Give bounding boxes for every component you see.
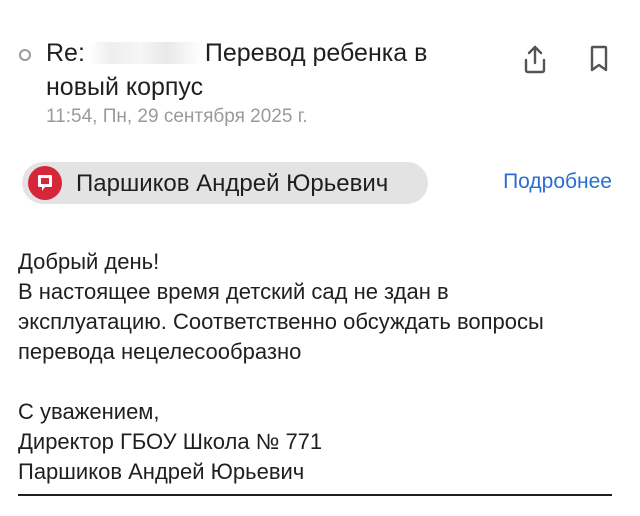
share-button[interactable]	[520, 42, 550, 76]
email-header: Re: Перевод ребенка в новый корпус 11:54,…	[0, 0, 640, 150]
bookmark-button[interactable]	[584, 42, 614, 76]
bookmark-icon	[590, 45, 608, 72]
body-line: В настоящее время детский сад не здан в	[18, 279, 449, 304]
unread-indicator	[19, 49, 31, 61]
body-line: перевода нецелесообразно	[18, 339, 302, 364]
redacted-text	[88, 42, 201, 64]
subject-text-line2: новый корпус	[46, 73, 204, 101]
sender-chip[interactable]: Паршиков Андрей Юрьевич	[22, 162, 428, 204]
subject-text: Перевод ребенка в	[204, 39, 428, 67]
sender-name: Паршиков Андрей Юрьевич	[76, 170, 389, 197]
details-link[interactable]: Подробнее	[503, 170, 612, 194]
signature-line: Директор ГБОУ Школа № 771	[18, 429, 323, 454]
signature-line: Паршиков Андрей Юрьевич	[18, 459, 305, 484]
mail-brand-icon	[38, 175, 52, 191]
email-body: Добрый день! В настоящее время детский с…	[18, 247, 628, 487]
closing: С уважением,	[18, 399, 160, 424]
share-icon	[524, 45, 546, 74]
email-subject: Re: Перевод ребенка в новый корпус	[46, 36, 476, 104]
email-date: 11:54, Пн, 29 сентября 2025 г.	[46, 106, 308, 127]
subject-prefix: Re:	[46, 39, 85, 67]
greeting: Добрый день!	[18, 249, 160, 274]
divider	[18, 494, 612, 496]
sender-avatar	[28, 166, 62, 200]
body-line: эксплуатацию. Соответственно обсуждать в…	[18, 309, 544, 334]
